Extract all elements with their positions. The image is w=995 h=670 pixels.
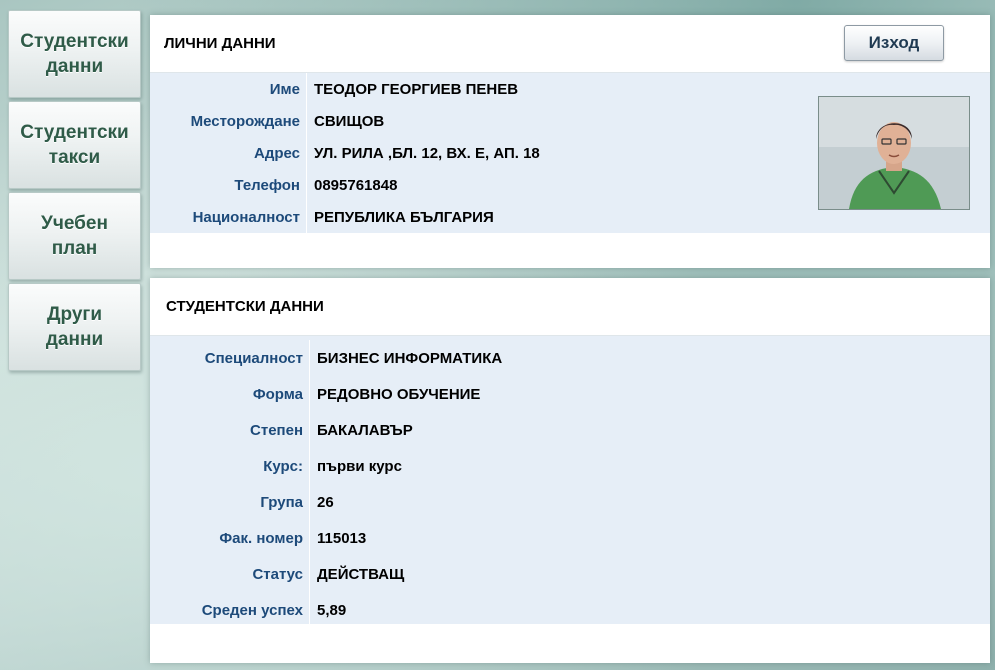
field-value: 5,89 xyxy=(309,592,346,628)
student-row-form: Форма РЕДОВНО ОБУЧЕНИЕ xyxy=(150,376,990,412)
field-value: СВИЩОВ xyxy=(306,105,384,137)
field-value: 0895761848 xyxy=(306,169,397,201)
field-label: Адрес xyxy=(253,144,300,162)
student-row-degree: Степен БАКАЛАВЪР xyxy=(150,412,990,448)
field-label: Фак. номер xyxy=(219,529,303,547)
field-value: РЕДОВНО ОБУЧЕНИЕ xyxy=(309,376,480,412)
field-label: Специалност xyxy=(204,349,303,367)
student-row-faculty-number: Фак. номер 115013 xyxy=(150,520,990,556)
field-label: Курс: xyxy=(263,457,303,475)
field-value: 26 xyxy=(309,484,334,520)
personal-data-header: ЛИЧНИ ДАННИ Изход xyxy=(150,15,990,73)
nav-curriculum-button[interactable]: Учебен план xyxy=(8,192,141,280)
nav-other-data-button[interactable]: Други данни xyxy=(8,283,141,371)
nav-student-fees-button[interactable]: Студентски такси xyxy=(8,101,141,189)
student-row-specialty: Специалност БИЗНЕС ИНФОРМАТИКА xyxy=(150,340,990,376)
field-label: Статус xyxy=(252,565,303,583)
field-label: Националност xyxy=(192,208,300,226)
person-photo-icon xyxy=(819,97,969,209)
nav-student-data-label: Студентски данни xyxy=(20,31,129,77)
personal-data-panel: ЛИЧНИ ДАННИ Изход Име ТЕОДОР ГЕОРГИЕВ ПЕ… xyxy=(150,15,990,268)
nav-student-data-button[interactable]: Студентски данни xyxy=(8,10,141,98)
nav-curriculum-label: Учебен план xyxy=(41,213,108,259)
student-row-status: Статус ДЕЙСТВАЩ xyxy=(150,556,990,592)
field-value: РЕПУБЛИКА БЪЛГАРИЯ xyxy=(306,201,494,233)
field-label: Степен xyxy=(250,421,303,439)
field-label: Форма xyxy=(252,385,303,403)
field-value: първи курс xyxy=(309,448,402,484)
field-label: Среден успех xyxy=(201,601,303,619)
field-label: Група xyxy=(260,493,303,511)
student-data-header: СТУДЕНТСКИ ДАННИ xyxy=(150,278,990,336)
student-data-panel: СТУДЕНТСКИ ДАННИ Специалност БИЗНЕС ИНФО… xyxy=(150,278,990,663)
field-value: 115013 xyxy=(309,520,366,556)
student-data-title: СТУДЕНТСКИ ДАННИ xyxy=(166,298,324,315)
student-photo xyxy=(818,96,970,210)
student-row-average-grade: Среден успех 5,89 xyxy=(150,592,990,628)
nav-student-fees-label: Студентски такси xyxy=(20,122,129,168)
student-row-year: Курс: първи курс xyxy=(150,448,990,484)
field-value: ДЕЙСТВАЩ xyxy=(309,556,404,592)
field-value: БАКАЛАВЪР xyxy=(309,412,413,448)
student-info-block: Специалност БИЗНЕС ИНФОРМАТИКА Форма РЕД… xyxy=(150,336,990,628)
personal-data-title: ЛИЧНИ ДАННИ xyxy=(164,35,276,52)
logout-button[interactable]: Изход xyxy=(844,25,944,61)
field-label: Име xyxy=(269,80,300,98)
nav-other-data-label: Други данни xyxy=(45,304,104,350)
field-label: Телефон xyxy=(234,176,300,194)
field-value: БИЗНЕС ИНФОРМАТИКА xyxy=(309,340,502,376)
field-value: УЛ. РИЛА ,БЛ. 12, ВХ. Е, АП. 18 xyxy=(306,137,540,169)
field-label: Месторождане xyxy=(190,112,300,130)
field-value: ТЕОДОР ГЕОРГИЕВ ПЕНЕВ xyxy=(306,73,518,105)
student-row-group: Група 26 xyxy=(150,484,990,520)
personal-info-block: Име ТЕОДОР ГЕОРГИЕВ ПЕНЕВ Месторождане С… xyxy=(150,73,990,233)
